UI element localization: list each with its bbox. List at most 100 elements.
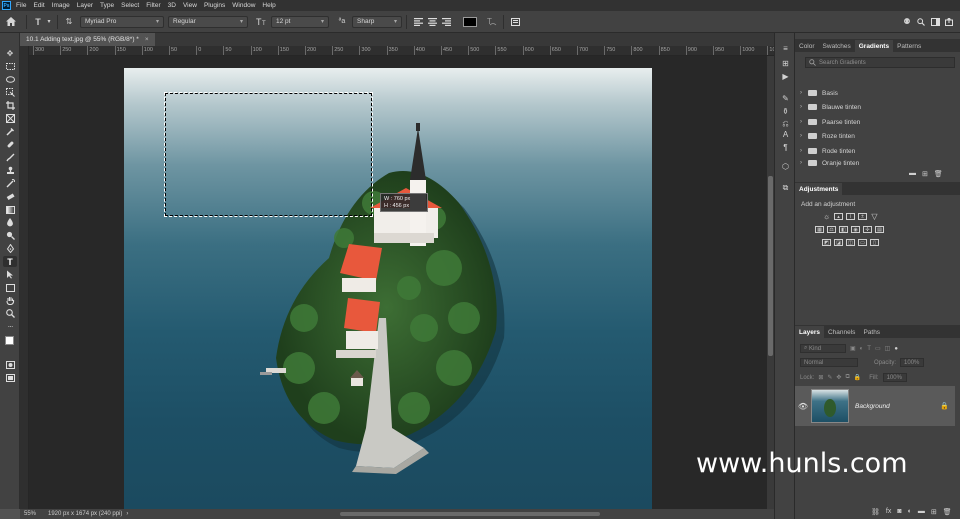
character-panel-icon[interactable] <box>508 15 522 29</box>
lock-artboard-icon[interactable]: ⧉ <box>845 374 849 381</box>
align-left-icon[interactable] <box>411 15 425 29</box>
font-family-select[interactable]: Myriad Pro ▾ <box>80 15 164 28</box>
filter-smart-object-icon[interactable]: ◫ <box>885 345 891 352</box>
layer-name[interactable]: Background <box>855 403 940 410</box>
pen-tool-icon[interactable] <box>3 243 17 254</box>
blend-mode-select[interactable]: Normal <box>800 358 858 367</box>
tab-gradients[interactable]: Gradients <box>854 40 894 52</box>
trash-icon[interactable]: 🗑 <box>934 170 943 178</box>
canvas-area[interactable]: W : 760 px H : 456 px <box>29 56 767 509</box>
object-selection-tool-icon[interactable] <box>3 87 17 98</box>
vibrance-icon[interactable]: ▽ <box>870 212 879 221</box>
gradient-folder-oranje[interactable]: › Oranje tinten <box>800 158 955 168</box>
gradient-folder-paarse[interactable]: › Paarse tinten <box>800 115 955 129</box>
fx-icon[interactable]: fx <box>886 508 891 516</box>
filter-pixel-icon[interactable]: ▣ <box>850 345 856 352</box>
selective-color-icon[interactable]: ▯ <box>870 239 879 246</box>
history-brush-tool-icon[interactable] <box>3 178 17 189</box>
clone-stamp-tool-icon[interactable] <box>3 165 17 176</box>
font-size-select[interactable]: 12 pt ▾ <box>271 15 329 28</box>
chevron-right-icon[interactable]: › <box>800 90 808 96</box>
lasso-tool-icon[interactable] <box>3 74 17 85</box>
3d-icon[interactable]: ⬡ <box>780 161 791 171</box>
menu-edit[interactable]: Edit <box>33 2 44 9</box>
align-center-icon[interactable] <box>425 15 439 29</box>
screen-mode-icon[interactable] <box>3 372 17 383</box>
gradient-folder-rode[interactable]: › Rode tinten <box>800 144 955 158</box>
layer-row-background[interactable]: 👁 Background 🔒 <box>795 386 955 426</box>
search-icon[interactable] <box>914 15 928 29</box>
lock-transparent-icon[interactable]: ⊠ <box>818 374 823 381</box>
layer-thumbnail[interactable] <box>811 389 849 423</box>
trash-icon[interactable]: 🗑 <box>943 508 952 516</box>
curves-icon[interactable]: ⌇ <box>846 213 855 220</box>
share-icon[interactable] <box>942 15 956 29</box>
group-icon[interactable]: ▬ <box>918 508 925 516</box>
menu-filter[interactable]: Filter <box>146 2 160 9</box>
photo-filter-icon[interactable]: ◉ <box>851 226 860 233</box>
chevron-right-icon[interactable]: › <box>800 148 808 154</box>
align-right-icon[interactable] <box>439 15 453 29</box>
filter-type-icon[interactable]: T <box>867 346 871 352</box>
hue-saturation-icon[interactable]: ▦ <box>815 226 824 233</box>
hand-tool-icon[interactable] <box>3 295 17 306</box>
horizontal-scrollbar-thumb[interactable] <box>340 512 600 516</box>
navigator-icon[interactable]: ⧉ <box>780 183 791 193</box>
filter-shape-icon[interactable]: ▭ <box>875 345 881 352</box>
paragraph-icon[interactable]: ¶ <box>780 142 791 152</box>
text-color-swatch[interactable] <box>461 15 479 29</box>
chevron-right-icon[interactable]: › <box>800 119 808 125</box>
blur-tool-icon[interactable] <box>3 217 17 228</box>
quick-mask-icon[interactable] <box>3 359 17 370</box>
frame-tool-icon[interactable] <box>3 113 17 124</box>
path-selection-tool-icon[interactable] <box>3 269 17 280</box>
layer-filter-select[interactable]: ⌕ Kind <box>800 344 846 353</box>
chevron-right-icon[interactable]: › <box>126 511 128 517</box>
warp-text-icon[interactable]: T <box>485 15 499 29</box>
scrollbar-thumb[interactable] <box>768 176 773 356</box>
document-tab[interactable]: 10.1 Adding text.jpg @ 55% (RGB/8*) * × <box>20 33 155 46</box>
chevron-right-icon[interactable]: › <box>800 133 808 139</box>
eyedropper-tool-icon[interactable] <box>3 126 17 137</box>
type-tool-preset-icon[interactable]: T <box>31 15 45 29</box>
color-balance-icon[interactable]: ⚖ <box>827 226 836 233</box>
rectangular-marquee-tool-icon[interactable] <box>3 61 17 72</box>
new-layer-icon[interactable]: ⊞ <box>931 508 937 516</box>
menu-window[interactable]: Window <box>232 2 255 9</box>
gradient-folder-roze[interactable]: › Roze tinten <box>800 129 955 143</box>
rectangle-tool-icon[interactable] <box>3 282 17 293</box>
tab-paths[interactable]: Paths <box>859 326 884 338</box>
type-tool-icon[interactable]: T <box>3 256 17 267</box>
brightness-icon[interactable]: ☼ <box>822 212 831 221</box>
libraries-icon[interactable]: ⊞ <box>780 58 791 68</box>
menu-help[interactable]: Help <box>262 2 275 9</box>
history-icon[interactable]: ⎌ <box>780 119 791 129</box>
properties-icon[interactable]: ≡ <box>780 43 791 53</box>
invert-icon[interactable]: ◩ <box>822 239 831 246</box>
clone-source-icon[interactable]: ⚱ <box>780 106 791 116</box>
antialias-select[interactable]: Sharp ▾ <box>352 15 402 28</box>
gradient-folder-basis[interactable]: › Basis <box>800 86 955 100</box>
more-tools-icon[interactable]: ··· <box>3 321 17 332</box>
gradient-search-input[interactable]: Search Gradients <box>805 57 955 68</box>
chevron-down-icon[interactable]: ▾ <box>45 15 53 29</box>
gradient-folder-blauwe[interactable]: › Blauwe tinten <box>800 100 955 114</box>
healing-brush-tool-icon[interactable] <box>3 139 17 150</box>
color-swatches[interactable] <box>3 334 18 352</box>
folder-icon[interactable]: ▬ <box>909 170 916 178</box>
lock-image-icon[interactable]: ✎ <box>827 374 832 381</box>
user-icon[interactable]: ⚉ <box>900 15 914 29</box>
lock-all-icon[interactable]: 🔒 <box>854 374 861 381</box>
lock-position-icon[interactable]: ✥ <box>836 374 841 381</box>
posterize-icon[interactable]: ◪ <box>834 239 843 246</box>
text-box-marquee[interactable] <box>164 92 373 217</box>
vertical-scrollbar[interactable] <box>767 56 774 509</box>
zoom-level[interactable]: 55% <box>20 511 42 517</box>
move-tool-icon[interactable]: ✥ <box>3 48 17 59</box>
menu-type[interactable]: Type <box>100 2 114 9</box>
tab-patterns[interactable]: Patterns <box>893 40 925 52</box>
new-gradient-icon[interactable]: ⊞ <box>922 170 928 178</box>
close-icon[interactable]: × <box>145 36 149 43</box>
chevron-right-icon[interactable]: › <box>800 104 808 110</box>
vertical-ruler[interactable] <box>20 46 29 509</box>
